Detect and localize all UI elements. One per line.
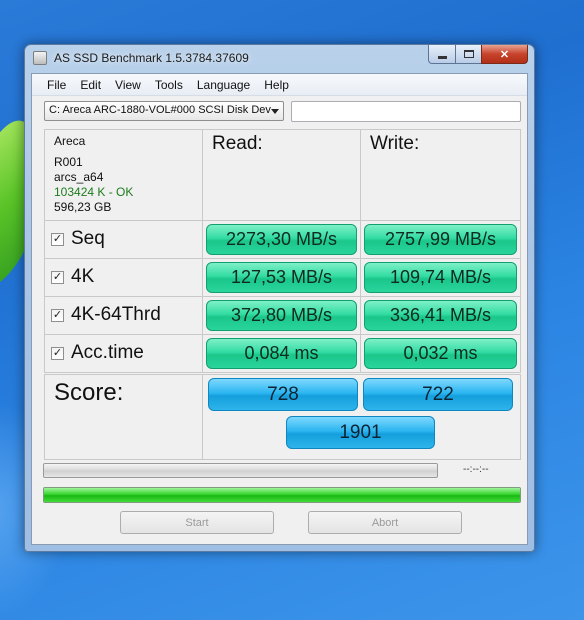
4k-64thrd-write-cell: 336,41 MB/s <box>360 296 521 335</box>
menu-bar: File Edit View Tools Language Help <box>32 74 527 96</box>
seq-read-cell: 2273,30 MB/s <box>202 220 361 259</box>
test-label-seq: Seq <box>71 228 105 249</box>
score-label: Score: <box>54 379 124 406</box>
menu-language[interactable]: Language <box>190 78 257 92</box>
drive-firmware: R001 <box>54 155 83 169</box>
seq-checkbox[interactable]: ✓ <box>51 233 64 246</box>
drive-alignment-status: 103424 K - OK <box>54 185 134 199</box>
test-row-4k-64thrd: ✓ 4K-64Thrd <box>44 296 203 335</box>
read-header: Read: <box>202 129 361 221</box>
menu-edit[interactable]: Edit <box>73 78 108 92</box>
minimize-icon <box>437 56 447 59</box>
score-total: 1901 <box>286 416 435 449</box>
test-row-4k: ✓ 4K <box>44 258 203 297</box>
score-write: 722 <box>363 378 513 411</box>
minimize-button[interactable] <box>428 45 456 64</box>
seq-read-value: 2273,30 MB/s <box>206 224 357 255</box>
score-label-cell: Score: <box>44 374 203 460</box>
4k-64thrd-read-cell: 372,80 MB/s <box>202 296 361 335</box>
test-row-acc-time: ✓ Acc.time <box>44 334 203 373</box>
close-icon: ✕ <box>499 48 510 61</box>
4k-64thrd-checkbox[interactable]: ✓ <box>51 309 64 322</box>
acc-time-checkbox[interactable]: ✓ <box>51 347 64 360</box>
4k-checkbox[interactable]: ✓ <box>51 271 64 284</box>
abort-button[interactable]: Abort <box>308 511 462 534</box>
dropdown-arrow-icon <box>271 109 279 114</box>
drive-select-value: C: Areca ARC-1880-VOL#000 SCSI Disk Dev <box>49 104 271 116</box>
overall-progress-bar <box>43 487 521 503</box>
close-button[interactable]: ✕ <box>481 45 528 64</box>
4k-read-cell: 127,53 MB/s <box>202 258 361 297</box>
menu-tools[interactable]: Tools <box>148 78 190 92</box>
drive-size: 596,23 GB <box>54 200 112 214</box>
write-header: Write: <box>360 129 521 221</box>
elapsed-time: --:--:-- <box>463 464 489 475</box>
4k-read-value: 127,53 MB/s <box>206 262 357 293</box>
write-header-label: Write: <box>370 133 420 154</box>
window-title: AS SSD Benchmark 1.5.3784.37609 <box>54 51 249 65</box>
menu-file[interactable]: File <box>40 78 73 92</box>
seq-write-cell: 2757,99 MB/s <box>360 220 521 259</box>
acc-time-read-cell: 0,084 ms <box>202 334 361 373</box>
test-row-seq: ✓ Seq <box>44 220 203 259</box>
drive-vendor: Areca <box>54 134 86 148</box>
score-area: 728 722 1901 <box>202 374 521 460</box>
drive-info-panel: Areca R001 arcs_a64 103424 K - OK 596,23… <box>44 129 203 221</box>
maximize-button[interactable] <box>455 45 482 64</box>
maximize-icon <box>463 50 474 58</box>
app-window: AS SSD Benchmark 1.5.3784.37609 ✕ File E… <box>24 44 535 552</box>
4k-64thrd-write-value: 336,41 MB/s <box>364 300 517 331</box>
acc-time-write-value: 0,032 ms <box>364 338 517 369</box>
acc-time-read-value: 0,084 ms <box>206 338 357 369</box>
title-bar[interactable]: AS SSD Benchmark 1.5.3784.37609 ✕ <box>25 45 534 71</box>
4k-write-value: 109,74 MB/s <box>364 262 517 293</box>
score-read: 728 <box>208 378 358 411</box>
4k-64thrd-read-value: 372,80 MB/s <box>206 300 357 331</box>
drive-text-field[interactable] <box>291 101 521 122</box>
client-area: File Edit View Tools Language Help C: Ar… <box>31 73 528 545</box>
menu-view[interactable]: View <box>108 78 148 92</box>
test-label-4k-64thrd: 4K-64Thrd <box>71 304 161 325</box>
test-progress-bar <box>43 463 438 478</box>
acc-time-write-cell: 0,032 ms <box>360 334 521 373</box>
overall-progress-fill <box>44 488 520 502</box>
seq-write-value: 2757,99 MB/s <box>364 224 517 255</box>
menu-help[interactable]: Help <box>257 78 296 92</box>
test-label-4k: 4K <box>71 266 95 287</box>
4k-write-cell: 109,74 MB/s <box>360 258 521 297</box>
drive-select[interactable]: C: Areca ARC-1880-VOL#000 SCSI Disk Dev <box>44 101 284 121</box>
drive-driver: arcs_a64 <box>54 170 104 184</box>
test-label-acc-time: Acc.time <box>71 342 144 363</box>
start-button[interactable]: Start <box>120 511 274 534</box>
app-icon[interactable] <box>33 51 47 65</box>
read-header-label: Read: <box>212 133 263 154</box>
